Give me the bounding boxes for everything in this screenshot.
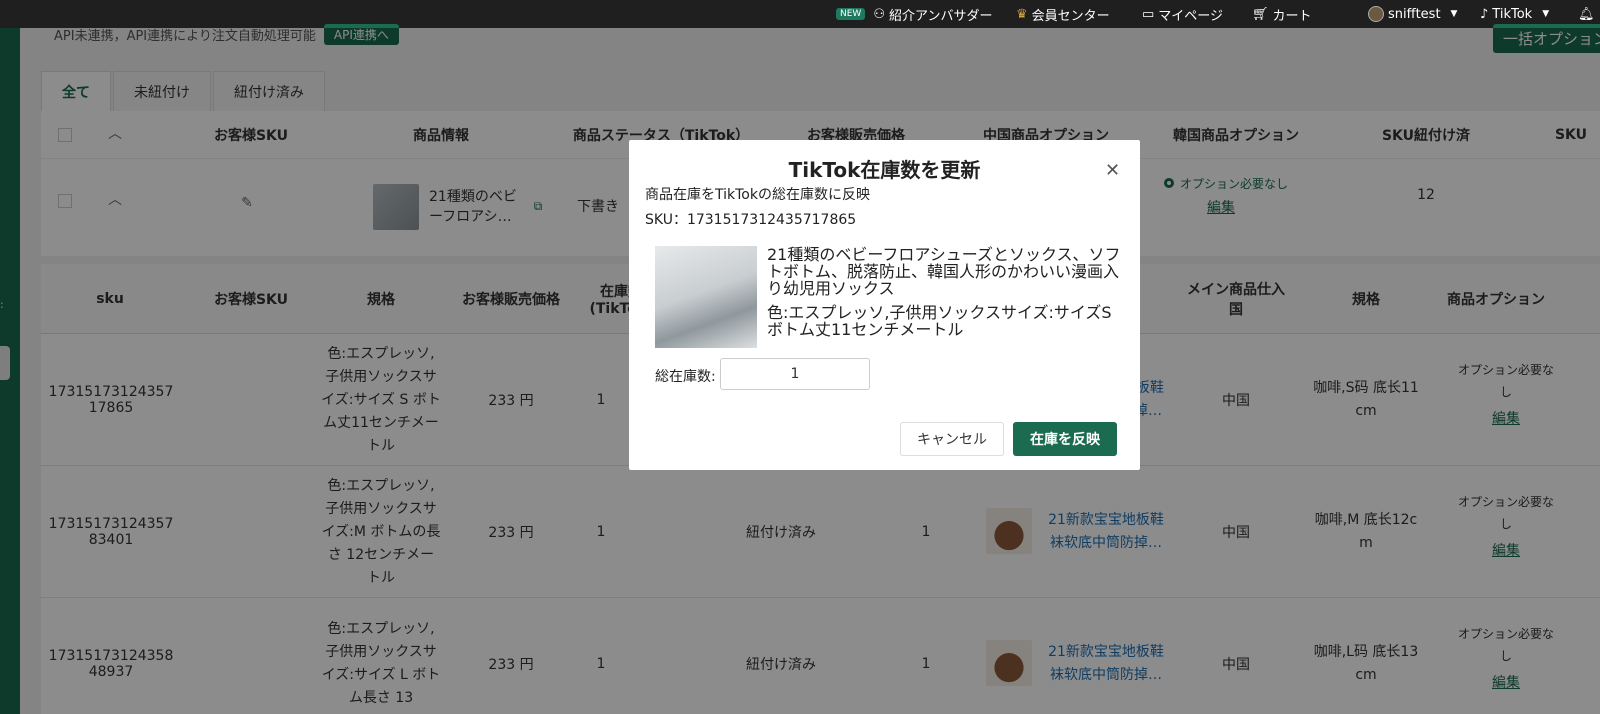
update-stock-modal: TikTok在庫数を更新 ✕ 商品在庫をTikTokの総在庫数に反映 SKU：1… [629, 140, 1140, 470]
modal-sku: SKU：1731517312435717865 [645, 212, 857, 228]
tiktok-icon: ♪ [1480, 6, 1489, 22]
stock-label: 総在庫数: [655, 369, 716, 385]
avatar [1368, 6, 1384, 22]
mypage-icon: ▭ [1142, 6, 1155, 22]
ambassador-link[interactable]: NEW ⚇ 紹介アンバサダー [836, 0, 992, 28]
close-icon[interactable]: ✕ [1105, 160, 1120, 181]
cart-label: カート [1272, 8, 1312, 24]
product-name: 21種類のベビーフロアシューズとソックス、ソフトボトム、脱落防止、韓国人形のかわ… [767, 245, 1121, 298]
ambassador-label: 紹介アンバサダー [888, 8, 993, 24]
chevron-down-icon: ▼ [1450, 9, 1458, 19]
mypage-label: マイページ [1158, 8, 1224, 24]
crown-icon: ♛ [1016, 6, 1028, 22]
modal-subtitle: 商品在庫をTikTokの総在庫数に反映 [645, 187, 870, 203]
mypage-link[interactable]: ▭ マイページ [1142, 0, 1223, 28]
username: snifftest [1388, 6, 1441, 22]
person-icon: ⚇ [873, 6, 885, 22]
platform-label: TikTok [1492, 6, 1533, 22]
stock-input[interactable] [720, 358, 870, 390]
member-center-label: 会員センター [1031, 8, 1110, 24]
apply-stock-button[interactable]: 在庫を反映 [1013, 422, 1117, 456]
cancel-button[interactable]: キャンセル [900, 422, 1004, 456]
product-variant: 色:エスプレッソ,子供用ソックスサイズ:サイズS ボトム丈11センチメートル [767, 303, 1112, 339]
new-badge: NEW [836, 8, 866, 20]
cart-link[interactable]: 🛒︎ カート [1252, 0, 1312, 28]
chevron-down-icon: ▼ [1542, 9, 1550, 19]
member-center-link[interactable]: ♛ 会員センター [1016, 0, 1110, 28]
modal-title: TikTok在庫数を更新 [788, 158, 981, 182]
user-menu[interactable]: snifftest ▼ [1368, 0, 1457, 28]
cart-icon: 🛒︎ [1252, 6, 1269, 22]
product-image [655, 246, 757, 348]
